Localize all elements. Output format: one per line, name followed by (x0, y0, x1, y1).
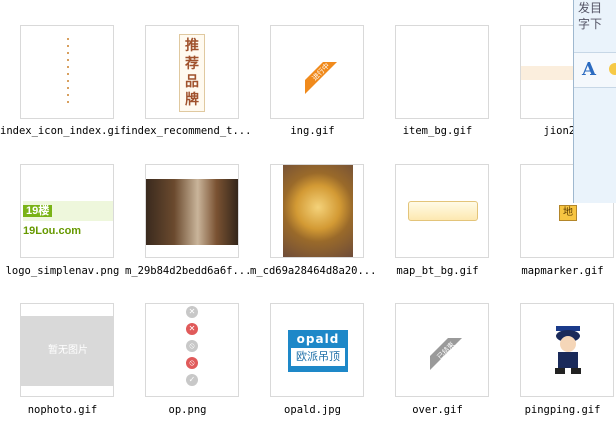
file-thumbnail[interactable] (395, 25, 489, 119)
brand-cn: 欧派吊顶 (291, 348, 345, 366)
file-thumbnail[interactable] (395, 164, 489, 258)
file-item[interactable]: m_29b84d2bedd6a6f... (125, 139, 250, 277)
file-item[interactable]: ✕ ✕ ⦸ ⦸ ✓ op.png (125, 278, 250, 416)
no-photo-image: 暂无图片 (21, 316, 113, 386)
file-item[interactable]: pingping.gif (500, 278, 616, 416)
file-item[interactable]: 已结束 over.gif (375, 278, 500, 416)
file-item[interactable]: item_bg.gif (375, 0, 500, 138)
logo-prefix: 19楼 (23, 205, 53, 217)
close-red-icon: ✕ (186, 323, 198, 335)
file-name: index_recommend_t... (125, 125, 250, 137)
police-mascot-icon (555, 326, 581, 374)
file-thumbnail[interactable] (520, 303, 614, 397)
file-name: m_29b84d2bedd6a6f... (125, 265, 250, 277)
ended-badge-icon: 已结束 (430, 338, 462, 370)
file-item[interactable]: 19楼 19Lou.com logo_simplenav.png (0, 139, 125, 277)
file-thumbnail[interactable]: 已结束 (395, 303, 489, 397)
file-item[interactable]: index_icon_index.gif (0, 0, 125, 138)
file-thumbnail[interactable] (145, 164, 239, 258)
file-item[interactable]: 暂无图片 nophoto.gif (0, 278, 125, 416)
file-name: m_cd69a28464d8a20... (250, 265, 375, 277)
forbid-gray-icon: ⦸ (186, 340, 198, 352)
file-item[interactable]: map_bt_bg.gif (375, 139, 500, 277)
file-name: logo_simplenav.png (5, 265, 120, 277)
room-photo (146, 179, 238, 245)
check-gray-icon: ✓ (186, 374, 198, 386)
file-name: index_icon_index.gif (0, 125, 125, 137)
site-logo: 19楼 19Lou.com (23, 201, 113, 237)
file-thumbnail[interactable] (20, 25, 114, 119)
recommend-brand-image: 推荐品牌 (179, 34, 205, 112)
file-item[interactable]: 进行中 ing.gif (250, 0, 375, 138)
file-name: op.png (168, 404, 207, 416)
panel-text: 发目 字下 (578, 1, 603, 31)
operation-icons: ✕ ✕ ⦸ ⦸ ✓ (186, 306, 200, 391)
file-name: opald.jpg (284, 404, 341, 416)
map-marker-icon: 地 (559, 205, 577, 221)
file-thumbnail[interactable] (270, 164, 364, 258)
file-name: over.gif (412, 404, 463, 416)
file-name: mapmarker.gif (521, 265, 604, 277)
emoji-icon[interactable] (609, 63, 616, 75)
file-name: map_bt_bg.gif (396, 265, 479, 277)
close-gray-icon: ✕ (186, 306, 198, 318)
dotted-line-image (67, 38, 69, 108)
file-thumbnail[interactable]: 19楼 19Lou.com (20, 164, 114, 258)
file-name: nophoto.gif (27, 404, 98, 416)
opald-logo: opald 欧派吊顶 (288, 330, 348, 372)
file-thumbnail[interactable]: opald 欧派吊顶 (270, 303, 364, 397)
lamp-photo (283, 165, 353, 257)
panel-toolbar: A (574, 52, 616, 88)
file-item[interactable]: opald 欧派吊顶 opald.jpg (250, 278, 375, 416)
in-progress-badge-icon: 进行中 (299, 56, 339, 96)
file-name: pingping.gif (524, 404, 601, 416)
forbid-red-icon: ⦸ (186, 357, 198, 369)
file-thumbnail[interactable]: ✕ ✕ ⦸ ⦸ ✓ (145, 303, 239, 397)
side-popup-panel[interactable]: 发目 字下 A (573, 0, 616, 203)
brand-latin: opald (296, 332, 340, 346)
font-a-icon[interactable]: A (582, 59, 596, 80)
file-name: ing.gif (290, 125, 335, 137)
file-thumbnail[interactable]: 推荐品牌 (145, 25, 239, 119)
file-thumbnail[interactable]: 进行中 (270, 25, 364, 119)
logo-text: 19Lou.com (23, 225, 82, 237)
map-button-image (408, 201, 478, 221)
file-thumbnail[interactable]: 暂无图片 (20, 303, 114, 397)
file-item[interactable]: m_cd69a28464d8a20... (250, 139, 375, 277)
file-name: item_bg.gif (402, 125, 473, 137)
file-item[interactable]: 推荐品牌 index_recommend_t... (125, 0, 250, 138)
